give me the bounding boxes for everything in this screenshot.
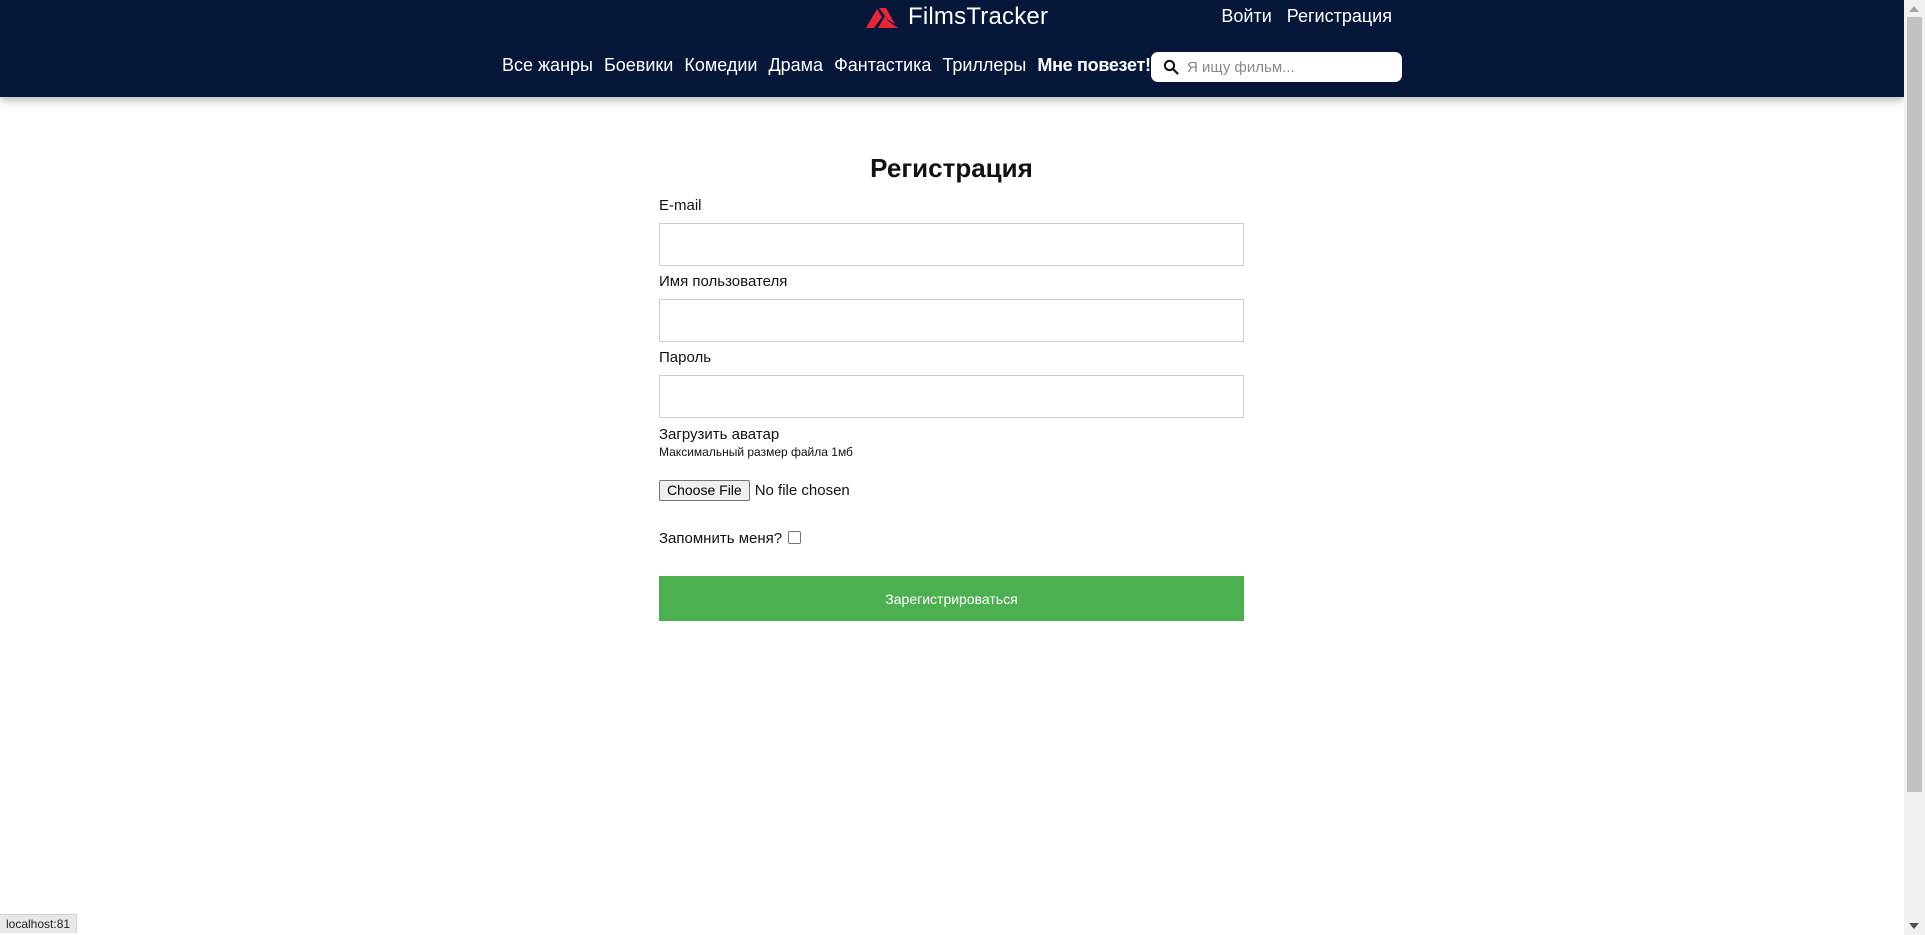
search-icon <box>1163 59 1179 75</box>
password-label: Пароль <box>659 349 712 366</box>
password-field[interactable] <box>659 375 1244 418</box>
avatar-label: Загрузить аватар <box>659 426 780 443</box>
page-scrollbar[interactable] <box>1904 0 1925 935</box>
email-field[interactable] <box>659 223 1244 266</box>
nav-item-drama[interactable]: Драма <box>768 55 823 76</box>
nav-item-comedy[interactable]: Комедии <box>684 55 757 76</box>
auth-links: Войти Регистрация <box>1221 6 1392 27</box>
search-box[interactable] <box>1151 52 1402 82</box>
choose-file-button[interactable]: Choose File <box>659 480 750 501</box>
remember-me-label: Запомнить меня? <box>659 530 783 547</box>
nav-item-sci-fi[interactable]: Фантастика <box>834 55 931 76</box>
remember-me-checkbox[interactable] <box>788 531 801 544</box>
nav-item-thrillers[interactable]: Триллеры <box>942 55 1026 76</box>
logo-text: FilmsTracker <box>908 3 1049 30</box>
page-title: Регистрация <box>870 153 1033 183</box>
avatar-size-hint: Максимальный размер файла 1мб <box>659 445 853 459</box>
email-label: E-mail <box>659 197 702 214</box>
logo-icon <box>866 8 898 28</box>
scroll-down-arrow-icon[interactable] <box>1909 923 1919 929</box>
username-label: Имя пользователя <box>659 273 788 290</box>
file-status: No file chosen <box>754 482 850 499</box>
nav-item-all-genres[interactable]: Все жанры <box>502 55 593 76</box>
username-field[interactable] <box>659 299 1244 342</box>
register-link[interactable]: Регистрация <box>1287 6 1392 27</box>
register-submit-button[interactable]: Зарегистрироваться <box>659 576 1244 621</box>
search-input[interactable] <box>1187 58 1397 76</box>
avatar-file-input[interactable]: Choose File No file chosen <box>659 480 850 501</box>
site-logo[interactable]: FilmsTracker <box>866 2 1048 32</box>
nav-item-action[interactable]: Боевики <box>604 55 673 76</box>
scroll-up-arrow-icon[interactable] <box>1909 6 1919 12</box>
scroll-thumb[interactable] <box>1907 17 1922 792</box>
genre-nav: Все жанры Боевики Комедии Драма Фантасти… <box>502 55 1151 76</box>
status-bar-url: localhost:81 <box>0 914 78 933</box>
nav-item-lucky[interactable]: Мне повезет! <box>1037 55 1151 76</box>
login-link[interactable]: Войти <box>1221 6 1271 27</box>
site-header: FilmsTracker Войти Регистрация Все жанры… <box>0 0 1904 97</box>
